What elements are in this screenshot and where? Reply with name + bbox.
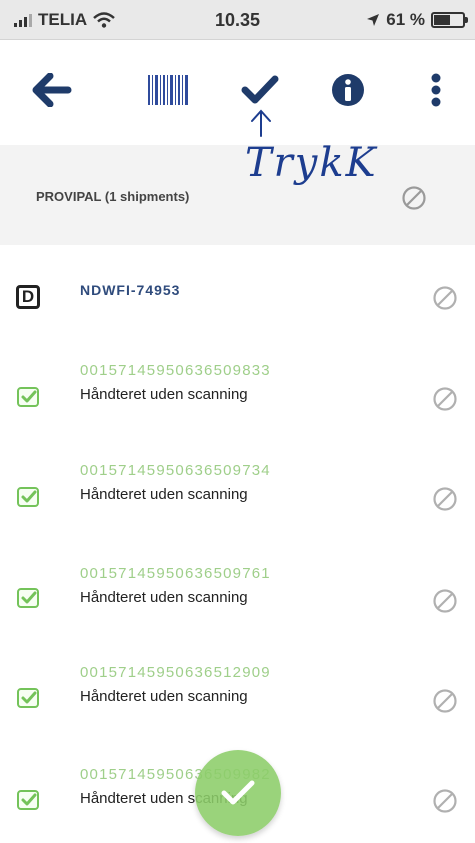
ban-icon[interactable]: [432, 688, 458, 714]
item-status: Håndteret uden scanning: [80, 589, 248, 606]
more-vertical-icon: [431, 73, 441, 107]
item-barcode: 00157145950636509833: [80, 362, 271, 379]
item-status: Håndteret uden scanning: [80, 688, 248, 705]
item-barcode: 00157145950636509734: [80, 462, 271, 479]
ban-icon[interactable]: [432, 285, 458, 311]
checked-checkbox[interactable]: [17, 387, 39, 407]
status-right: 61 %: [366, 10, 468, 30]
ban-icon[interactable]: [432, 386, 458, 412]
back-arrow-icon: [32, 73, 72, 107]
checked-checkbox[interactable]: [17, 588, 39, 608]
annotation-arrow-icon: [251, 109, 271, 137]
annotation-text: TrykK: [245, 140, 378, 186]
ban-icon[interactable]: [432, 486, 458, 512]
confirm-fab-button[interactable]: [195, 750, 281, 836]
checked-checkbox[interactable]: [17, 790, 39, 810]
check-icon: [21, 490, 37, 503]
shipment-id: NDWFI-74953: [80, 282, 181, 298]
item-status: Håndteret uden scanning: [80, 386, 248, 403]
more-menu-button[interactable]: [408, 62, 464, 118]
group-header[interactable]: PROVIPAL (1 shipments): [0, 145, 475, 245]
checkmark-icon: [221, 780, 255, 805]
group-title: PROVIPAL (1 shipments): [36, 189, 190, 204]
check-icon: [21, 390, 37, 403]
battery-icon: [431, 12, 468, 28]
ban-icon[interactable]: [401, 185, 427, 211]
ban-icon[interactable]: [432, 788, 458, 814]
check-icon: [21, 793, 37, 806]
info-button[interactable]: [320, 62, 376, 118]
item-barcode: 00157145950636512909: [80, 664, 271, 681]
scan-barcode-button[interactable]: [140, 62, 196, 118]
checked-checkbox[interactable]: [17, 688, 39, 708]
location-arrow-icon: [367, 14, 380, 26]
barcode-icon: [148, 75, 188, 105]
status-bar: TELIA 10.35 61 %: [0, 0, 475, 40]
delivery-badge: D: [16, 285, 40, 309]
item-status: Håndteret uden scanning: [80, 486, 248, 503]
battery-fill: [434, 15, 450, 25]
check-icon: [21, 691, 37, 704]
checkmark-icon: [241, 75, 279, 104]
toolbar: [0, 40, 475, 140]
back-button[interactable]: [24, 62, 80, 118]
battery-percent: 61 %: [386, 10, 425, 29]
info-icon: [332, 74, 364, 106]
check-icon: [21, 591, 37, 604]
item-barcode: 00157145950636509761: [80, 565, 271, 582]
checked-checkbox[interactable]: [17, 487, 39, 507]
shipment-row[interactable]: [0, 245, 475, 345]
ban-icon[interactable]: [432, 588, 458, 614]
